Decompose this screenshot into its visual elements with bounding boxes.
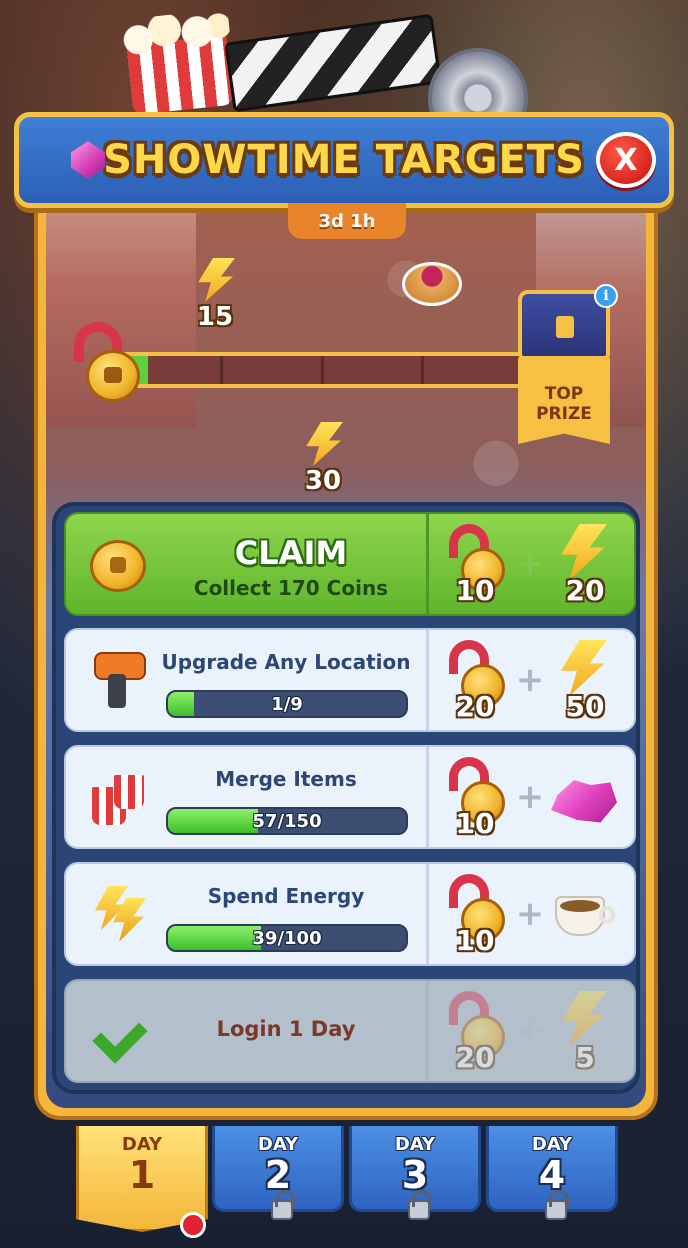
- day-tab-2[interactable]: DAY 2: [212, 1126, 344, 1220]
- energy-bolt-icon: [306, 422, 343, 466]
- task-rewards: 10 +: [426, 864, 634, 964]
- day-tab-label: DAY: [121, 1134, 163, 1155]
- info-icon[interactable]: i: [594, 284, 618, 308]
- reward-medal-amount: 10: [455, 924, 495, 957]
- lock-icon: [545, 1190, 569, 1220]
- reward-medal-amount: 20: [455, 1041, 495, 1074]
- track-divider: [421, 356, 425, 384]
- energy-bolt-icon: [561, 991, 607, 1047]
- task-title: Merge Items: [215, 767, 357, 791]
- notification-dot: [180, 1212, 206, 1238]
- task-left: CLAIM Collect 170 Coins: [66, 514, 426, 614]
- event-timer: 3d 1h: [288, 203, 406, 239]
- track-divider: [220, 356, 224, 384]
- milestone-2[interactable]: [400, 262, 464, 306]
- claim-subtitle: Collect 170 Coins: [193, 576, 389, 600]
- popcorn-decoration: [126, 34, 234, 116]
- task-list: CLAIM Collect 170 Coins 10 + 20 Upgrade …: [52, 502, 640, 1094]
- task-rewards: 20 + 5: [426, 981, 634, 1081]
- medal-icon: [66, 322, 140, 402]
- task-upgrade-location: Upgrade Any Location 1/9 20 + 50: [64, 628, 636, 732]
- task-rewards: 10 + 20: [426, 514, 634, 614]
- pancake-icon: [402, 262, 462, 306]
- energy-icon: [88, 884, 148, 944]
- reward-medal-amount: 10: [455, 807, 495, 840]
- energy-bolt-icon: [561, 524, 607, 580]
- drill-icon: [88, 648, 148, 712]
- lock-icon: [271, 1190, 295, 1220]
- progress-track: [120, 352, 530, 388]
- claim-button-label[interactable]: CLAIM: [161, 534, 421, 572]
- day-tab-3[interactable]: DAY 3: [349, 1126, 481, 1220]
- reward-medal-amount: 10: [455, 574, 495, 607]
- reward-energy-amount: 5: [575, 1041, 595, 1074]
- milestone-amount: 15: [196, 302, 234, 332]
- medal-coin: [86, 350, 140, 402]
- day-tab-label: DAY: [531, 1134, 573, 1155]
- gem-icon: [551, 780, 617, 823]
- task-left: Login 1 Day: [66, 981, 426, 1081]
- day-tab-label: DAY: [257, 1134, 299, 1155]
- task-title: Login 1 Day: [216, 1017, 356, 1041]
- task-left: Spend Energy 39/100: [66, 864, 426, 964]
- task-progress-bar: 39/100: [166, 924, 408, 952]
- reward-energy-amount: 50: [565, 690, 605, 723]
- day-tab-number: 4: [538, 1153, 566, 1197]
- top-prize-text: TOP PRIZE: [536, 384, 592, 424]
- energy-bolt-icon: [198, 258, 235, 302]
- plus-icon: +: [515, 660, 545, 700]
- milestone-3[interactable]: 30: [298, 422, 348, 496]
- milestone-amount: 30: [304, 466, 342, 496]
- coin-icon: [90, 540, 146, 592]
- title-banner: SHOWTIME TARGETS: [14, 112, 674, 208]
- day-tab-4[interactable]: DAY 4: [486, 1126, 618, 1220]
- reward-energy-amount: 20: [565, 574, 605, 607]
- day-tab-number: 3: [401, 1153, 429, 1197]
- plus-icon: +: [515, 894, 545, 934]
- task-title: Spend Energy: [207, 884, 365, 908]
- task-progress-bar: 1/9: [166, 690, 408, 718]
- page-title: SHOWTIME TARGETS: [103, 137, 585, 183]
- popcorn-merge-icon: [88, 765, 148, 829]
- reward-medal-amount: 20: [455, 690, 495, 723]
- task-title: Upgrade Any Location: [161, 650, 411, 674]
- day-tab-number: 1: [128, 1153, 156, 1197]
- task-progress-label: 1/9: [271, 693, 303, 715]
- task-progress-bar: 57/150: [166, 807, 408, 835]
- plus-icon: +: [515, 1011, 545, 1051]
- task-left: Merge Items 57/150: [66, 747, 426, 847]
- task-login-day: Login 1 Day 20 + 5: [64, 979, 636, 1083]
- coffee-icon: [555, 888, 615, 944]
- task-progress-label: 57/150: [252, 810, 322, 832]
- task-left: Upgrade Any Location 1/9: [66, 630, 426, 730]
- task-rewards: 20 + 50: [426, 630, 634, 730]
- day-tab-label: DAY: [394, 1134, 436, 1155]
- energy-bolt-icon: [561, 640, 607, 696]
- close-button[interactable]: X: [596, 132, 656, 188]
- gem-icon: [71, 141, 105, 179]
- milestone-1[interactable]: 15: [190, 258, 240, 332]
- checkmark-icon: [98, 1011, 148, 1049]
- lock-icon: [408, 1190, 432, 1220]
- task-progress-label: 39/100: [252, 927, 322, 949]
- plus-icon: +: [515, 777, 545, 817]
- track-divider: [320, 356, 324, 384]
- plus-icon: +: [515, 544, 545, 584]
- task-claim[interactable]: CLAIM Collect 170 Coins 10 + 20: [64, 512, 636, 616]
- task-merge-items: Merge Items 57/150 10 +: [64, 745, 636, 849]
- day-tab-number: 2: [264, 1153, 292, 1197]
- task-rewards: 10 +: [426, 747, 634, 847]
- task-spend-energy: Spend Energy 39/100 10 +: [64, 862, 636, 966]
- top-prize-label: TOP PRIZE: [518, 358, 610, 444]
